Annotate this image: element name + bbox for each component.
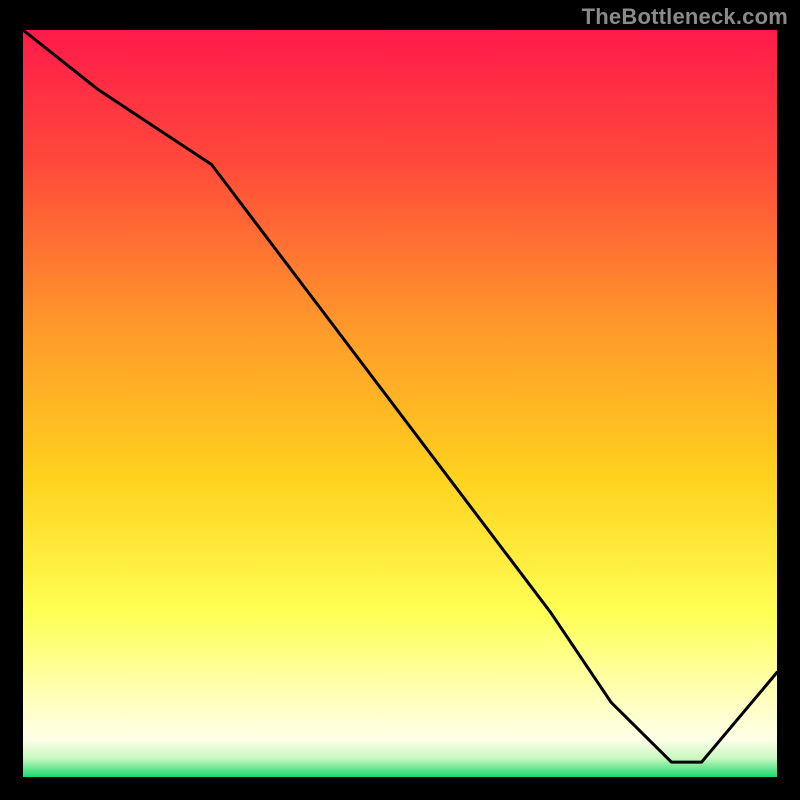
chart-frame: TheBottleneck.com [0, 0, 800, 800]
watermark-text: TheBottleneck.com [582, 4, 788, 30]
chart-svg [23, 30, 777, 777]
plot-area [23, 30, 777, 777]
gradient-background [23, 30, 777, 777]
